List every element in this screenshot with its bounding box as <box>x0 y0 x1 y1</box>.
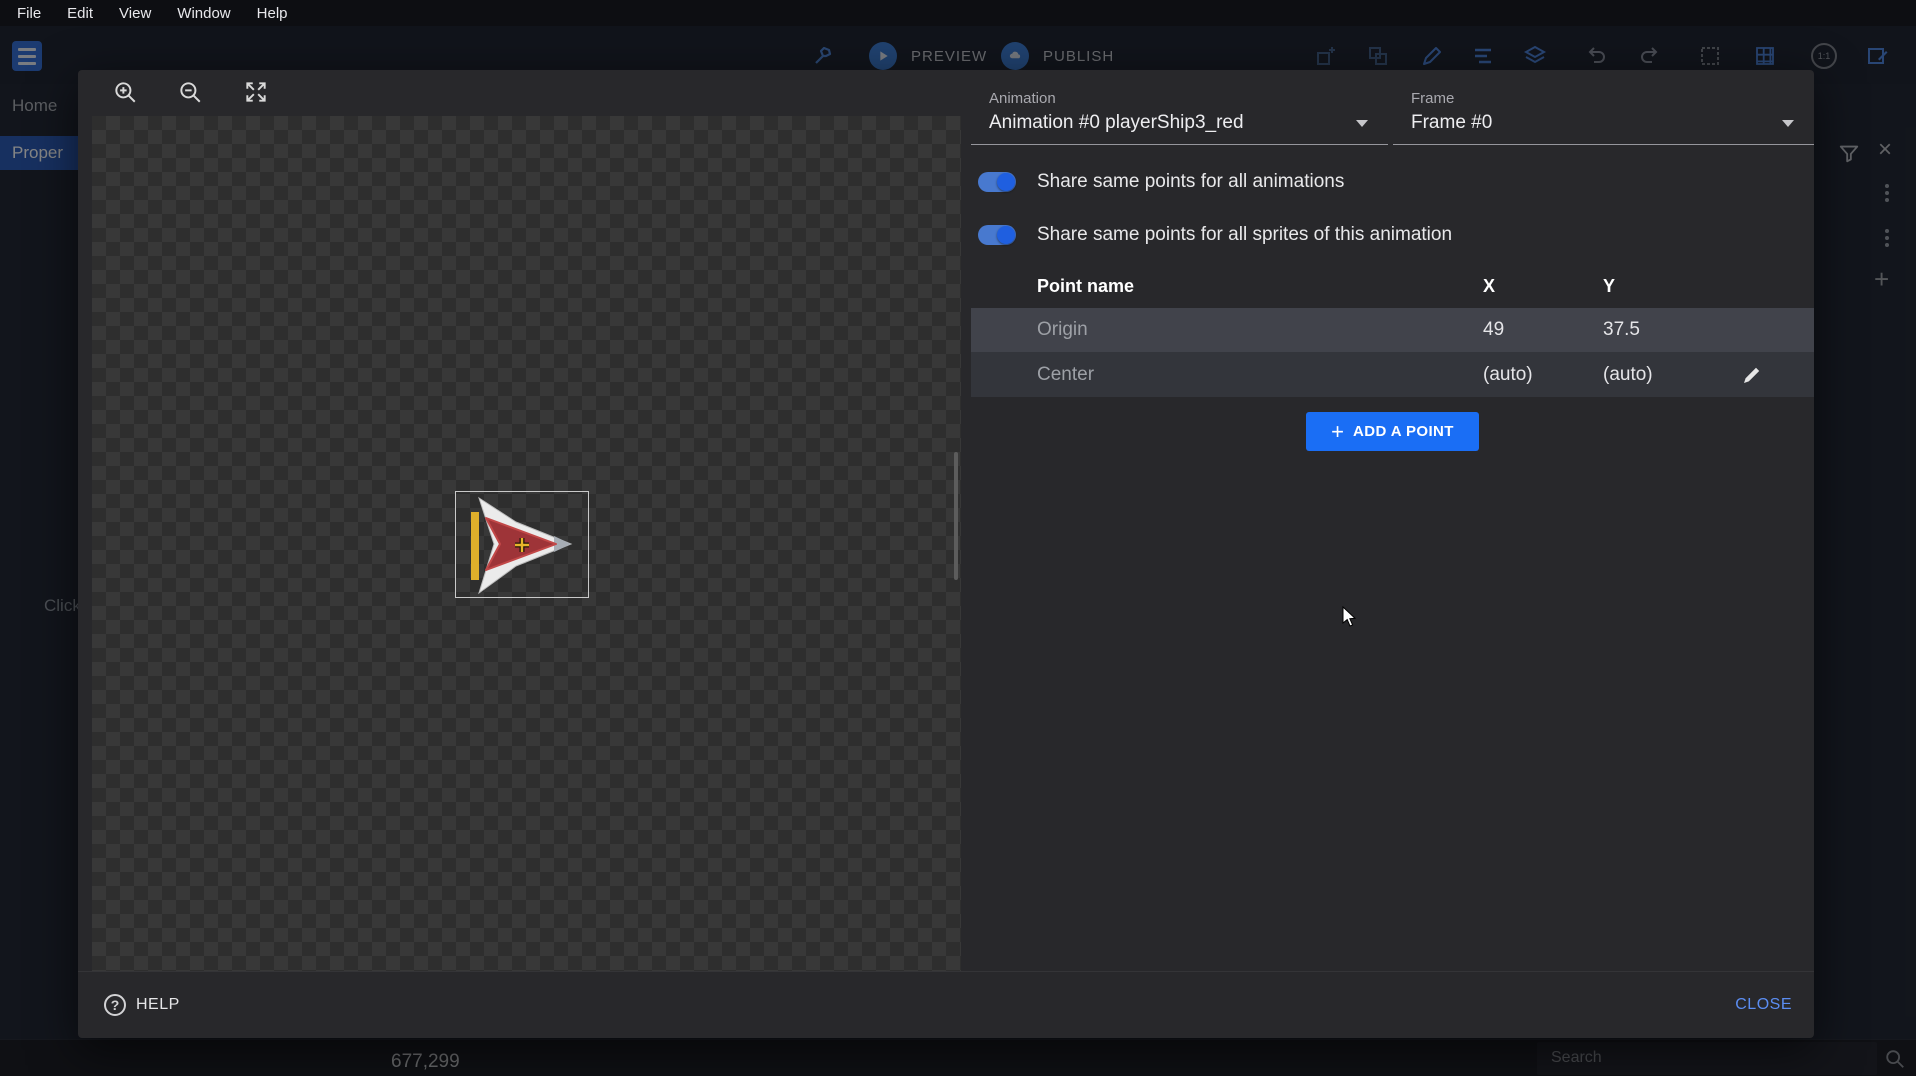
point-y-value: (auto) <box>1603 364 1723 386</box>
points-preview-canvas[interactable] <box>92 116 961 971</box>
close-button[interactable]: CLOSE <box>1735 996 1792 1014</box>
menu-file[interactable]: File <box>4 0 54 26</box>
origin-point-marker[interactable] <box>514 537 530 553</box>
points-editor-dialog: Animation Animation #0 playerShip3_red F… <box>78 70 1814 1038</box>
sprite-frame[interactable] <box>455 491 589 598</box>
point-y-value: 37.5 <box>1603 319 1723 341</box>
share-all-animations-toggle[interactable] <box>978 172 1016 192</box>
share-all-sprites-label: Share same points for all sprites of thi… <box>1037 224 1452 246</box>
screen: File Edit View Window Help PREVIEW PUBLI… <box>0 0 1916 1076</box>
points-side-panel: Animation Animation #0 playerShip3_red F… <box>971 70 1814 971</box>
frame-select-value: Frame #0 <box>1411 112 1492 134</box>
animation-select-label: Animation <box>989 90 1056 107</box>
help-icon: ? <box>104 994 126 1016</box>
share-all-sprites-toggle[interactable] <box>978 225 1016 245</box>
canvas-toolbar <box>78 70 961 116</box>
help-button[interactable]: ? HELP <box>104 994 180 1016</box>
menu-help[interactable]: Help <box>244 0 301 26</box>
animation-select[interactable]: Animation Animation #0 playerShip3_red <box>971 70 1388 145</box>
menu-bar: File Edit View Window Help <box>0 0 1916 26</box>
frame-select[interactable]: Frame Frame #0 <box>1393 70 1814 145</box>
column-point-name: Point name <box>1037 276 1483 297</box>
point-x-value: (auto) <box>1483 364 1603 386</box>
point-name: Center <box>1037 364 1483 386</box>
column-x: X <box>1483 276 1603 297</box>
frame-select-label: Frame <box>1411 90 1454 107</box>
chevron-down-icon <box>1356 120 1368 127</box>
points-table-header: Point name X Y <box>971 266 1814 306</box>
mouse-cursor <box>1342 606 1356 632</box>
zoom-in-icon[interactable] <box>112 79 138 105</box>
animation-select-value: Animation #0 playerShip3_red <box>989 112 1244 134</box>
menu-edit[interactable]: Edit <box>54 0 106 26</box>
column-y: Y <box>1603 276 1723 297</box>
add-point-label: ADD A POINT <box>1353 423 1454 440</box>
point-row-origin[interactable]: Origin 49 37.5 <box>971 308 1814 352</box>
menu-view[interactable]: View <box>106 0 164 26</box>
dialog-footer: ? HELP CLOSE <box>78 971 1814 1038</box>
zoom-out-icon[interactable] <box>177 79 203 105</box>
edit-point-icon[interactable] <box>1739 362 1765 388</box>
help-label: HELP <box>136 996 180 1014</box>
point-name: Origin <box>1037 319 1483 341</box>
share-sprites-row: Share same points for all sprites of thi… <box>978 213 1452 257</box>
add-point-button[interactable]: + ADD A POINT <box>1306 412 1479 451</box>
chevron-down-icon <box>1782 120 1794 127</box>
menu-window[interactable]: Window <box>164 0 243 26</box>
share-animations-row: Share same points for all animations <box>978 160 1344 204</box>
fit-content-icon[interactable] <box>243 79 269 105</box>
share-all-animations-label: Share same points for all animations <box>1037 171 1344 193</box>
point-row-center[interactable]: Center (auto) (auto) <box>971 352 1814 397</box>
canvas-scrollbar[interactable] <box>954 452 958 580</box>
point-x-value: 49 <box>1483 319 1603 341</box>
add-icon: + <box>1331 421 1344 443</box>
